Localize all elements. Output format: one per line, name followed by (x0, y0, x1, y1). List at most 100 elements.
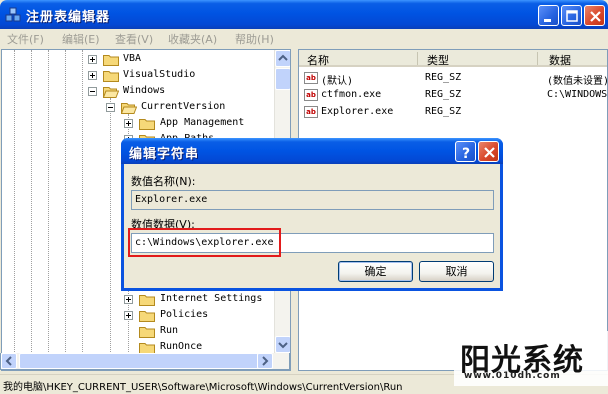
tree-horizontal-scrollbar[interactable] (0, 353, 290, 370)
column-header-data[interactable]: 数据 (549, 52, 571, 68)
title-bar[interactable]: 注册表编辑器 (0, 0, 608, 29)
cancel-button[interactable]: 取消 (419, 261, 494, 282)
scroll-up-icon (278, 54, 288, 61)
scroll-down-icon (278, 342, 288, 349)
string-value-icon: ab (304, 89, 318, 101)
scroll-up-button[interactable] (275, 50, 290, 67)
tree-item-label: Run (160, 325, 179, 336)
dialog-title: 编辑字符串 (129, 147, 200, 162)
list-row[interactable]: ab Explorer.exe REG_SZ (299, 104, 607, 121)
list-header: 名称 类型 数据 (299, 50, 607, 68)
list-row[interactable]: ab (默认) REG_SZ (数值未设置) (299, 70, 608, 87)
maximize-icon (566, 10, 578, 22)
tree-item-label: CurrentVersion (141, 101, 226, 112)
tree-item-visualstudio[interactable]: VisualStudio (88, 68, 268, 84)
tree-item-label: VisualStudio (123, 69, 196, 80)
tree-item-policies[interactable]: Policies (124, 308, 284, 324)
value-type: REG_SZ (425, 106, 462, 117)
tree-guide-line (48, 50, 49, 370)
value-type: REG_SZ (425, 72, 462, 83)
column-header-type[interactable]: 类型 (427, 52, 449, 68)
close-icon (590, 11, 601, 22)
scroll-left-button[interactable] (1, 353, 17, 369)
ok-button[interactable]: 确定 (338, 261, 413, 282)
column-header-name[interactable]: 名称 (307, 52, 329, 68)
menu-edit[interactable]: 编辑(E) (62, 31, 100, 47)
menu-help[interactable]: 帮助(H) (235, 31, 274, 47)
value-type: REG_SZ (425, 89, 462, 100)
tree-item-internet-settings[interactable]: Internet Settings (124, 292, 284, 308)
collapse-icon[interactable] (88, 87, 97, 96)
edit-string-dialog: 编辑字符串 ? 数值名称(N): Explorer.exe 数值数据(V): c… (121, 138, 503, 291)
expand-icon[interactable] (124, 311, 133, 320)
tree-item-windows[interactable]: Windows (88, 84, 268, 100)
value-name: Explorer.exe (321, 106, 394, 117)
expand-icon[interactable] (88, 71, 97, 80)
value-data-label: 数值数据(V): (131, 218, 195, 231)
scroll-thumb[interactable] (275, 68, 290, 90)
column-divider[interactable] (417, 52, 418, 65)
tree-guide-line (82, 50, 83, 370)
string-value-icon: ab (304, 72, 318, 84)
menu-favorites[interactable]: 收藏夹(A) (168, 31, 217, 47)
value-data-input[interactable]: c:\Windows\explorer.exe (131, 233, 494, 253)
scroll-thumb[interactable] (19, 353, 263, 369)
value-data: C:\WINDOWS (547, 89, 608, 100)
scroll-right-button[interactable] (257, 353, 273, 369)
tree-item-app-management[interactable]: App Management (124, 116, 284, 132)
folder-icon (139, 119, 155, 130)
folder-icon (103, 71, 119, 82)
scroll-right-icon (262, 356, 269, 366)
tree-item-label: App Management (160, 117, 245, 128)
close-button[interactable] (584, 5, 605, 26)
window-title: 注册表编辑器 (26, 10, 111, 25)
tree-item-vba[interactable]: VBA (88, 52, 268, 68)
expand-icon[interactable] (124, 295, 133, 304)
watermark-site: www.010dh.com (464, 371, 561, 381)
help-icon: ? (462, 146, 470, 162)
tree-guide-line (65, 50, 66, 370)
dialog-body: 数值名称(N): Explorer.exe 数值数据(V): c:\Window… (124, 164, 500, 288)
tree-guide-line (14, 50, 15, 370)
tree-guide-line (110, 98, 111, 370)
value-name-label: 数值名称(N): (131, 175, 196, 188)
tree-item-label: RunOnce (160, 341, 203, 352)
collapse-icon[interactable] (106, 103, 115, 112)
minimize-icon (544, 19, 551, 22)
scroll-down-button[interactable] (275, 336, 290, 353)
tree-item-run[interactable]: Run (124, 324, 284, 340)
tree-item-label: VBA (123, 53, 142, 64)
registry-editor-window: 注册表编辑器 文件(F) 编辑(E) 查看(V) 收藏夹(A) 帮助(H) VB… (0, 0, 608, 394)
folder-open-icon (121, 103, 137, 114)
maximize-button[interactable] (561, 5, 582, 26)
list-row[interactable]: ab ctfmon.exe REG_SZ C:\WINDOWS (299, 87, 608, 104)
expand-icon[interactable] (124, 119, 133, 128)
value-name: ctfmon.exe (321, 89, 382, 100)
tree-guide-line (31, 50, 32, 370)
tree-item-currentversion[interactable]: CurrentVersion (106, 100, 286, 116)
registry-editor-icon (5, 7, 21, 22)
minimize-button[interactable] (538, 5, 559, 26)
help-button[interactable]: ? (455, 141, 476, 162)
close-icon (484, 147, 495, 158)
folder-open-icon (103, 87, 119, 98)
value-name-field: Explorer.exe (131, 190, 494, 210)
column-divider[interactable] (537, 52, 538, 65)
string-value-icon: ab (304, 106, 318, 118)
folder-icon (139, 311, 155, 322)
scroll-left-icon (5, 356, 12, 366)
value-data: (数值未设置) (547, 76, 608, 87)
menu-view[interactable]: 查看(V) (115, 31, 153, 47)
tree-item-label: Policies (160, 309, 209, 320)
status-path: 我的电脑\HKEY_CURRENT_USER\Software\Microsof… (3, 382, 403, 393)
menu-bar: 文件(F) 编辑(E) 查看(V) 收藏夹(A) 帮助(H) (0, 29, 608, 48)
dialog-close-button[interactable] (478, 141, 499, 162)
svg-text:?: ? (462, 146, 470, 162)
folder-icon (139, 295, 155, 306)
expand-icon[interactable] (88, 55, 97, 64)
folder-icon (139, 327, 155, 338)
tree-item-label: Internet Settings (160, 293, 263, 304)
dialog-title-bar[interactable]: 编辑字符串 ? (121, 138, 503, 164)
value-name: (默认) (321, 76, 354, 87)
menu-file[interactable]: 文件(F) (7, 31, 44, 47)
